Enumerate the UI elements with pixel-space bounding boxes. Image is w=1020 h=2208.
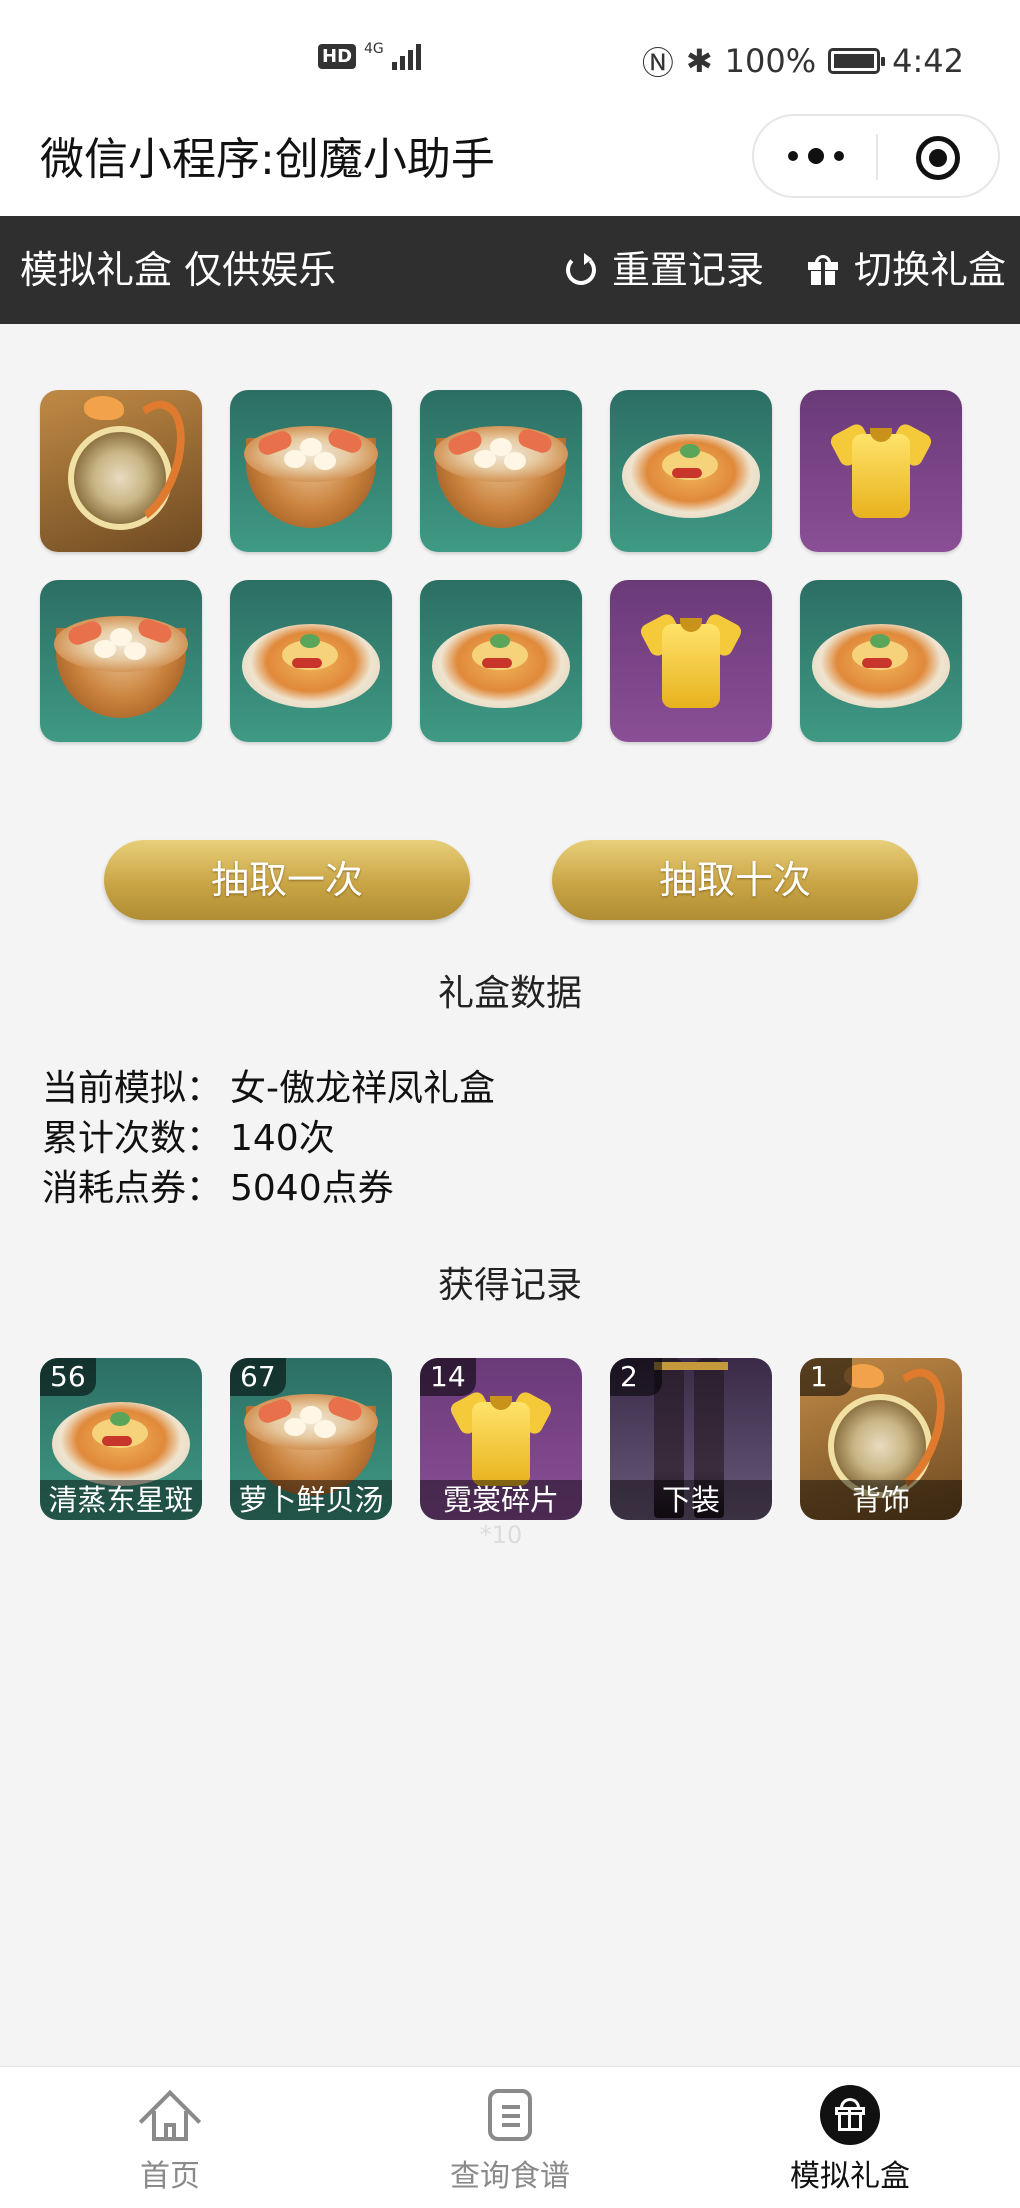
giftbox-stats: 当前模拟： 女-傲龙祥凤礼盒 累计次数： 140次 消耗点券： 5040点券 [42, 1064, 495, 1214]
record-item-multiplier: *10 [479, 1521, 523, 1549]
more-options-icon[interactable] [788, 142, 844, 170]
stat-draw-count: 累计次数： 140次 [42, 1114, 495, 1164]
stat-value: 女-傲龙祥凤礼盒 [230, 1068, 495, 1109]
shirt-icon [828, 420, 934, 520]
record-item: 1 背饰 [800, 1358, 962, 1520]
toolbar-title: 模拟礼盒 仅供娱乐 [20, 248, 337, 292]
reload-icon [566, 253, 596, 285]
gift-icon [820, 2085, 880, 2145]
network-indicators: HD 4G [318, 42, 421, 70]
bluetooth-icon: ✱ [685, 42, 713, 80]
draw-once-button[interactable]: 抽取一次 [104, 840, 470, 920]
home-icon [138, 2089, 202, 2153]
giftbox-data-heading: 礼盒数据 [437, 973, 582, 1014]
stat-value: 5040点券 [230, 1168, 394, 1209]
record-count-badge: 67 [230, 1358, 286, 1396]
tab-label: 查询食谱 [450, 2159, 570, 2194]
record-item: 2 下装 [610, 1358, 772, 1520]
record-item: 67 萝卜鲜贝汤 [230, 1358, 392, 1520]
record-item-name: 背饰 [800, 1480, 962, 1520]
draw-result-item [420, 580, 582, 742]
nfc-icon: Ⓝ [641, 44, 674, 82]
document-icon [488, 2089, 532, 2141]
shirt-icon [638, 610, 744, 710]
capsule-divider [876, 134, 878, 180]
steamed-fish-art [812, 624, 950, 708]
record-item-name: 清蒸东星斑 [40, 1480, 202, 1520]
draw-result-item [800, 390, 962, 552]
hd-badge: HD [318, 43, 357, 69]
stat-label: 消耗点券： [42, 1168, 223, 1209]
menu-capsule [752, 114, 1000, 198]
steamed-fish-art [242, 624, 380, 708]
stat-coupon-cost: 消耗点券： 5040点券 [42, 1164, 495, 1214]
record-item-name: 霓裳碎片 [420, 1480, 582, 1520]
mini-program-page: HD 4G Ⓝ ✱ 100% 4:42 微信小程序:创魔小助手 模拟礼盒 仅供娱… [0, 0, 1020, 2208]
record-count-badge: 56 [40, 1358, 96, 1396]
draw-result-item [800, 580, 962, 742]
draw-result-item [610, 580, 772, 742]
reset-records-label: 重置记录 [612, 248, 765, 292]
battery-percent: 100% [724, 42, 817, 80]
draw-result-item [230, 390, 392, 552]
stat-label: 当前模拟： [42, 1068, 223, 1109]
network-type: 4G [364, 41, 384, 57]
record-count-badge: 1 [800, 1358, 852, 1396]
stat-current-box: 当前模拟： 女-傲龙祥凤礼盒 [42, 1064, 495, 1114]
tab-recipes[interactable]: 查询食谱 [340, 2067, 680, 2208]
steamed-fish-art [52, 1402, 190, 1486]
reset-records-button[interactable]: 重置记录 [566, 246, 764, 294]
switch-giftbox-label: 切换礼盒 [854, 248, 1007, 292]
battery-icon [828, 48, 886, 74]
close-miniprogram-icon[interactable] [916, 136, 960, 180]
draw-result-item [230, 580, 392, 742]
record-count-badge: 14 [420, 1358, 476, 1396]
tab-label: 首页 [140, 2159, 200, 2194]
draw-result-item [40, 580, 202, 742]
shirt-icon [448, 1388, 554, 1488]
signal-icon [391, 42, 421, 70]
draw-result-item [610, 390, 772, 552]
gift-toolbar: 模拟礼盒 仅供娱乐 重置记录 切换礼盒 [0, 216, 1020, 324]
tab-home[interactable]: 首页 [0, 2067, 340, 2208]
draw-result-item [420, 390, 582, 552]
record-item-name: 下装 [610, 1480, 772, 1520]
stat-label: 累计次数： [42, 1118, 223, 1159]
tab-gift-sim[interactable]: 模拟礼盒 [680, 2067, 1020, 2208]
title-bar: 微信小程序:创魔小助手 [0, 110, 1020, 216]
switch-giftbox-button[interactable]: 切换礼盒 [808, 246, 1006, 294]
record-item: 56 清蒸东星斑 [40, 1358, 202, 1520]
bottom-tab-bar: 首页 查询食谱 模拟礼盒 [0, 2066, 1020, 2208]
tab-label: 模拟礼盒 [790, 2159, 910, 2194]
steamed-fish-art [432, 624, 570, 708]
page-title: 微信小程序:创魔小助手 [40, 134, 495, 185]
records-heading: 获得记录 [437, 1265, 582, 1306]
clock: 4:42 [892, 42, 964, 80]
draw-result-item [40, 390, 202, 552]
steamed-fish-art [622, 434, 760, 518]
record-count-badge: 2 [610, 1358, 662, 1396]
stat-value: 140次 [230, 1118, 335, 1159]
status-bar: HD 4G Ⓝ ✱ 100% 4:42 [0, 0, 1020, 110]
gift-icon [808, 255, 838, 285]
draw-ten-button[interactable]: 抽取十次 [552, 840, 918, 920]
system-indicators: Ⓝ ✱ 100% 4:42 [642, 38, 964, 84]
record-item: 14 霓裳碎片 [420, 1358, 582, 1520]
record-item-name: 萝卜鲜贝汤 [230, 1480, 392, 1520]
